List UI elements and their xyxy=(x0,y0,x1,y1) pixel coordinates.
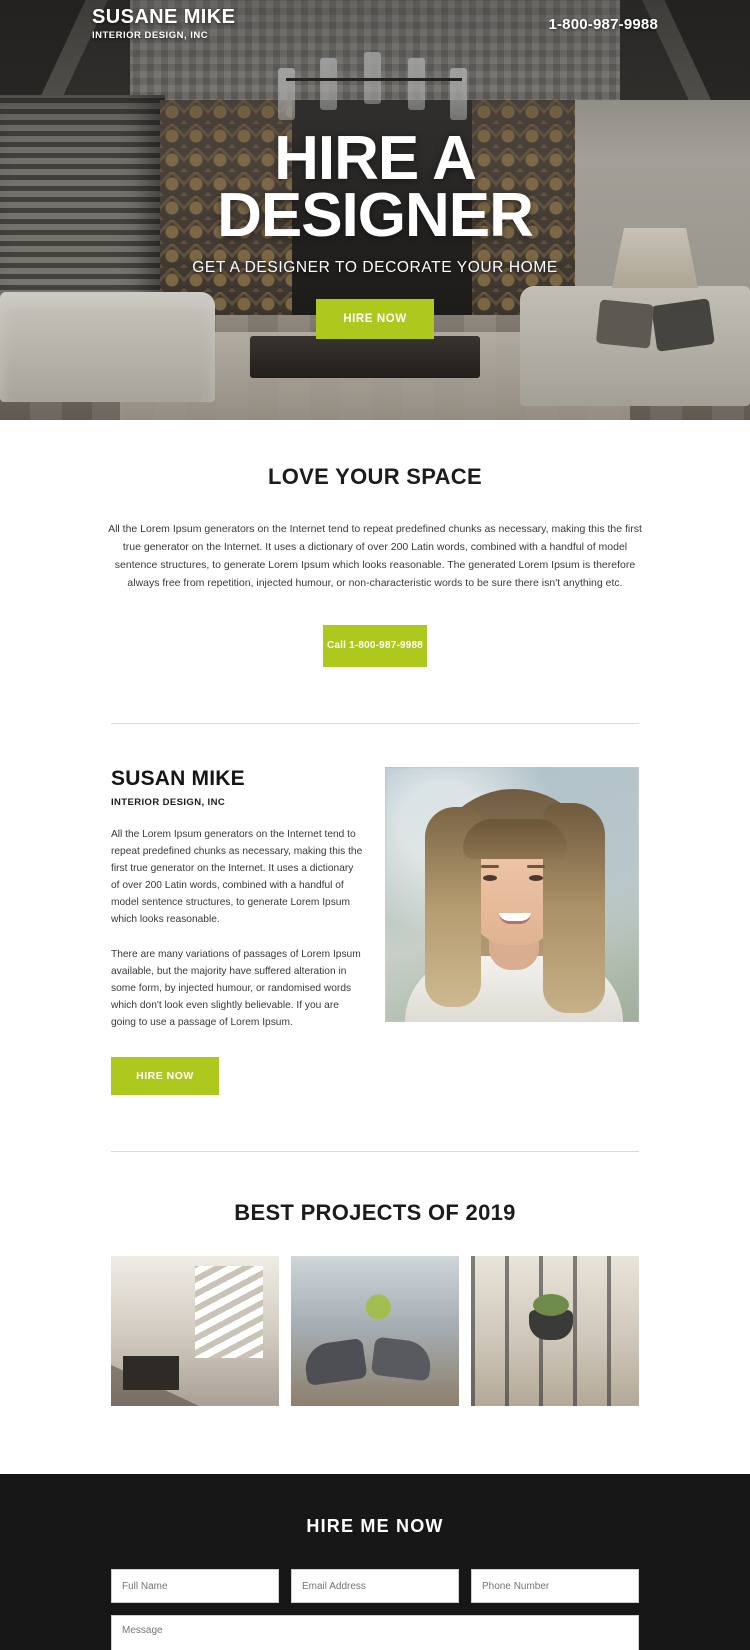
portrait-eyebrow-right xyxy=(527,865,545,868)
form-row-top xyxy=(111,1569,639,1603)
bio-paragraph-2: There are many variations of passages of… xyxy=(111,949,361,1028)
projects-heading: BEST PROJECTS OF 2019 xyxy=(234,1200,516,1225)
hero-content: HIRE A DESIGNER GET A DESIGNER TO DECORA… xyxy=(0,124,750,339)
bio-text-column: SUSAN MIKE INTERIOR DESIGN, INC All the … xyxy=(111,767,363,1095)
contact-form-section: HIRE ME NOW SUBMIT INFO xyxy=(0,1474,750,1650)
full-name-input[interactable] xyxy=(111,1569,279,1603)
project-image-lounge-seating[interactable] xyxy=(291,1256,459,1406)
hero-section: SUSANE MIKE INTERIOR DESIGN, INC 1-800-9… xyxy=(0,0,750,420)
phone-number-input[interactable] xyxy=(471,1569,639,1603)
portrait-eye-left xyxy=(483,875,497,881)
designer-bio-section: SUSAN MIKE INTERIOR DESIGN, INC All the … xyxy=(111,724,639,1095)
bio-hire-now-button[interactable]: HIRE NOW xyxy=(111,1057,219,1095)
contact-form xyxy=(111,1569,639,1650)
project-image-staircase-living-room[interactable] xyxy=(111,1256,279,1406)
top-bar: SUSANE MIKE INTERIOR DESIGN, INC 1-800-9… xyxy=(0,0,750,48)
designer-name: SUSAN MIKE xyxy=(111,767,245,790)
form-heading: HIRE ME NOW xyxy=(306,1516,444,1536)
love-your-space-paragraph: All the Lorem Ipsum generators on the In… xyxy=(108,523,642,589)
portrait-eye-right xyxy=(529,875,543,881)
projects-grid xyxy=(111,1256,639,1406)
projects-section: BEST PROJECTS OF 2019 xyxy=(0,1152,750,1406)
hero-title-line-2: DESIGNER xyxy=(217,181,534,250)
landing-page: SUSANE MIKE INTERIOR DESIGN, INC 1-800-9… xyxy=(0,0,750,1650)
designer-portrait-photo xyxy=(385,767,639,1022)
bio-paragraph-1: All the Lorem Ipsum generators on the In… xyxy=(111,829,363,925)
portrait-hair-fringe xyxy=(463,819,567,859)
love-your-space-heading: LOVE YOUR SPACE xyxy=(268,464,482,489)
brand-tagline: INTERIOR DESIGN, INC xyxy=(92,30,209,41)
brand-block[interactable]: SUSANE MIKE INTERIOR DESIGN, INC xyxy=(92,7,235,41)
project-image-dining-area[interactable] xyxy=(471,1256,639,1406)
email-address-input[interactable] xyxy=(291,1569,459,1603)
brand-name: SUSANE MIKE xyxy=(92,6,236,28)
message-textarea[interactable] xyxy=(111,1615,639,1650)
header-phone-number[interactable]: 1-800-987-9988 xyxy=(548,16,658,33)
hero-title-line-1: HIRE A xyxy=(274,124,477,193)
designer-role: INTERIOR DESIGN, INC xyxy=(111,797,226,808)
portrait-eyebrow-left xyxy=(481,865,499,868)
love-your-space-section: LOVE YOUR SPACE All the Lorem Ipsum gene… xyxy=(0,420,750,724)
hero-subtitle: GET A DESIGNER TO DECORATE YOUR HOME xyxy=(192,259,558,276)
hero-hire-now-button[interactable]: HIRE NOW xyxy=(316,299,434,339)
call-phone-button[interactable]: Call 1-800-987-9988 xyxy=(323,625,427,667)
